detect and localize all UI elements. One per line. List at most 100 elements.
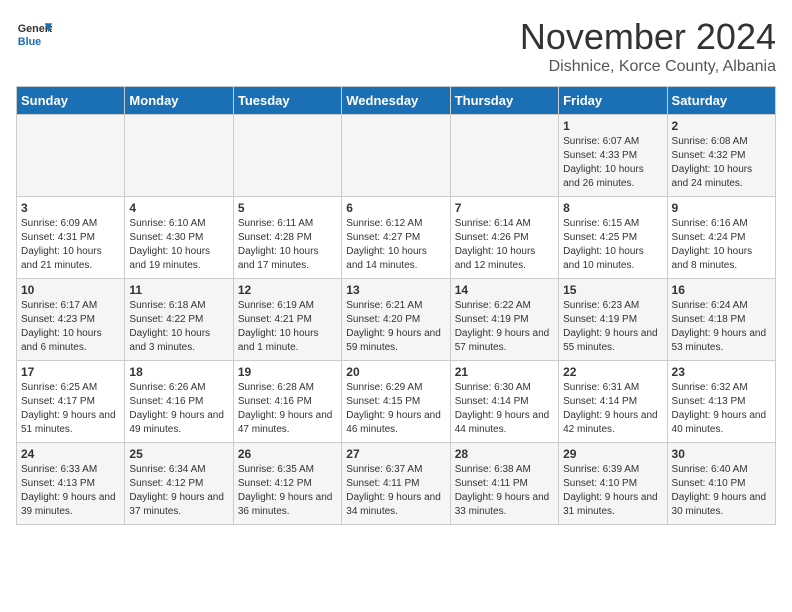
day-number: 21: [455, 365, 554, 379]
day-info: Sunrise: 6:19 AM Sunset: 4:21 PM Dayligh…: [238, 299, 337, 355]
day-number: 27: [346, 447, 445, 461]
table-row: 9 Sunrise: 6:16 AM Sunset: 4:24 PM Daylig…: [667, 197, 775, 279]
table-row: 4 Sunrise: 6:10 AM Sunset: 4:30 PM Daylig…: [125, 197, 233, 279]
day-info: Sunrise: 6:28 AM Sunset: 4:16 PM Dayligh…: [238, 381, 337, 437]
day-info: Sunrise: 6:22 AM Sunset: 4:19 PM Dayligh…: [455, 299, 554, 355]
week-row-4: 24 Sunrise: 6:33 AM Sunset: 4:13 PM Dayli…: [17, 443, 776, 525]
table-row: 30 Sunrise: 6:40 AM Sunset: 4:10 PM Dayli…: [667, 443, 775, 525]
table-row: 18 Sunrise: 6:26 AM Sunset: 4:16 PM Dayli…: [125, 361, 233, 443]
week-row-3: 17 Sunrise: 6:25 AM Sunset: 4:17 PM Dayli…: [17, 361, 776, 443]
day-number: 22: [563, 365, 662, 379]
day-info: Sunrise: 6:21 AM Sunset: 4:20 PM Dayligh…: [346, 299, 445, 355]
day-info: Sunrise: 6:38 AM Sunset: 4:11 PM Dayligh…: [455, 463, 554, 519]
table-row: [233, 115, 341, 197]
day-number: 3: [21, 201, 120, 215]
day-info: Sunrise: 6:11 AM Sunset: 4:28 PM Dayligh…: [238, 217, 337, 273]
day-number: 19: [238, 365, 337, 379]
day-number: 14: [455, 283, 554, 297]
day-number: 23: [672, 365, 771, 379]
table-row: 21 Sunrise: 6:30 AM Sunset: 4:14 PM Dayli…: [450, 361, 558, 443]
day-number: 12: [238, 283, 337, 297]
day-info: Sunrise: 6:17 AM Sunset: 4:23 PM Dayligh…: [21, 299, 120, 355]
day-number: 18: [129, 365, 228, 379]
day-number: 10: [21, 283, 120, 297]
day-number: 9: [672, 201, 771, 215]
day-number: 2: [672, 119, 771, 133]
table-row: 24 Sunrise: 6:33 AM Sunset: 4:13 PM Dayli…: [17, 443, 125, 525]
table-row: 23 Sunrise: 6:32 AM Sunset: 4:13 PM Dayli…: [667, 361, 775, 443]
logo: General Blue: [16, 16, 52, 52]
col-wednesday: Wednesday: [342, 87, 450, 115]
day-number: 20: [346, 365, 445, 379]
page-header: General Blue November 2024 Dishnice, Kor…: [16, 16, 776, 76]
header-row: Sunday Monday Tuesday Wednesday Thursday…: [17, 87, 776, 115]
day-number: 4: [129, 201, 228, 215]
day-info: Sunrise: 6:08 AM Sunset: 4:32 PM Dayligh…: [672, 135, 771, 191]
week-row-1: 3 Sunrise: 6:09 AM Sunset: 4:31 PM Daylig…: [17, 197, 776, 279]
table-row: 28Sunrise: 6:38 AM Sunset: 4:11 PM Dayli…: [450, 443, 558, 525]
day-info: Sunrise: 6:39 AM Sunset: 4:10 PM Dayligh…: [563, 463, 662, 519]
table-row: [17, 115, 125, 197]
day-info: Sunrise: 6:40 AM Sunset: 4:10 PM Dayligh…: [672, 463, 771, 519]
day-info: Sunrise: 6:30 AM Sunset: 4:14 PM Dayligh…: [455, 381, 554, 437]
logo-icon: General Blue: [16, 16, 52, 52]
day-info: Sunrise: 6:10 AM Sunset: 4:30 PM Dayligh…: [129, 217, 228, 273]
col-sunday: Sunday: [17, 87, 125, 115]
table-row: 12 Sunrise: 6:19 AM Sunset: 4:21 PM Dayli…: [233, 279, 341, 361]
table-row: 7 Sunrise: 6:14 AM Sunset: 4:26 PM Daylig…: [450, 197, 558, 279]
day-number: 7: [455, 201, 554, 215]
col-tuesday: Tuesday: [233, 87, 341, 115]
day-number: 5: [238, 201, 337, 215]
day-number: 26: [238, 447, 337, 461]
day-info: Sunrise: 6:16 AM Sunset: 4:24 PM Dayligh…: [672, 217, 771, 273]
day-number: 11: [129, 283, 228, 297]
day-info: Sunrise: 6:09 AM Sunset: 4:31 PM Dayligh…: [21, 217, 120, 273]
day-info: Sunrise: 6:33 AM Sunset: 4:13 PM Dayligh…: [21, 463, 120, 519]
table-row: 1 Sunrise: 6:07 AM Sunset: 4:33 PM Daylig…: [559, 115, 667, 197]
calendar-header: Sunday Monday Tuesday Wednesday Thursday…: [17, 87, 776, 115]
table-row: 26Sunrise: 6:35 AM Sunset: 4:12 PM Dayli…: [233, 443, 341, 525]
day-info: Sunrise: 6:34 AM Sunset: 4:12 PM Dayligh…: [129, 463, 228, 519]
week-row-0: 1 Sunrise: 6:07 AM Sunset: 4:33 PM Daylig…: [17, 115, 776, 197]
table-row: 17 Sunrise: 6:25 AM Sunset: 4:17 PM Dayli…: [17, 361, 125, 443]
day-number: 1: [563, 119, 662, 133]
day-info: Sunrise: 6:18 AM Sunset: 4:22 PM Dayligh…: [129, 299, 228, 355]
day-number: 25: [129, 447, 228, 461]
table-row: 29 Sunrise: 6:39 AM Sunset: 4:10 PM Dayli…: [559, 443, 667, 525]
day-info: Sunrise: 6:25 AM Sunset: 4:17 PM Dayligh…: [21, 381, 120, 437]
week-row-2: 10 Sunrise: 6:17 AM Sunset: 4:23 PM Dayli…: [17, 279, 776, 361]
day-number: 8: [563, 201, 662, 215]
day-info: Sunrise: 6:26 AM Sunset: 4:16 PM Dayligh…: [129, 381, 228, 437]
table-row: 11 Sunrise: 6:18 AM Sunset: 4:22 PM Dayli…: [125, 279, 233, 361]
table-row: 15Sunrise: 6:23 AM Sunset: 4:19 PM Dayli…: [559, 279, 667, 361]
day-number: 16: [672, 283, 771, 297]
table-row: 13 Sunrise: 6:21 AM Sunset: 4:20 PM Dayli…: [342, 279, 450, 361]
day-info: Sunrise: 6:32 AM Sunset: 4:13 PM Dayligh…: [672, 381, 771, 437]
day-number: 29: [563, 447, 662, 461]
col-saturday: Saturday: [667, 87, 775, 115]
day-info: Sunrise: 6:24 AM Sunset: 4:18 PM Dayligh…: [672, 299, 771, 355]
day-info: Sunrise: 6:29 AM Sunset: 4:15 PM Dayligh…: [346, 381, 445, 437]
day-info: Sunrise: 6:14 AM Sunset: 4:26 PM Dayligh…: [455, 217, 554, 273]
table-row: [125, 115, 233, 197]
col-thursday: Thursday: [450, 87, 558, 115]
day-info: Sunrise: 6:12 AM Sunset: 4:27 PM Dayligh…: [346, 217, 445, 273]
day-number: 17: [21, 365, 120, 379]
day-info: Sunrise: 6:07 AM Sunset: 4:33 PM Dayligh…: [563, 135, 662, 191]
day-info: Sunrise: 6:37 AM Sunset: 4:11 PM Dayligh…: [346, 463, 445, 519]
day-info: Sunrise: 6:15 AM Sunset: 4:25 PM Dayligh…: [563, 217, 662, 273]
table-row: 16 Sunrise: 6:24 AM Sunset: 4:18 PM Dayli…: [667, 279, 775, 361]
table-row: 2 Sunrise: 6:08 AM Sunset: 4:32 PM Daylig…: [667, 115, 775, 197]
table-row: [450, 115, 558, 197]
table-row: 5 Sunrise: 6:11 AM Sunset: 4:28 PM Daylig…: [233, 197, 341, 279]
day-number: 30: [672, 447, 771, 461]
day-number: 13: [346, 283, 445, 297]
table-row: 14 Sunrise: 6:22 AM Sunset: 4:19 PM Dayli…: [450, 279, 558, 361]
table-row: [342, 115, 450, 197]
calendar-table: Sunday Monday Tuesday Wednesday Thursday…: [16, 86, 776, 525]
day-number: 24: [21, 447, 120, 461]
day-number: 6: [346, 201, 445, 215]
location-subtitle: Dishnice, Korce County, Albania: [520, 58, 776, 76]
day-info: Sunrise: 6:23 AM Sunset: 4:19 PM Dayligh…: [563, 299, 662, 355]
calendar-body: 1 Sunrise: 6:07 AM Sunset: 4:33 PM Daylig…: [17, 115, 776, 525]
